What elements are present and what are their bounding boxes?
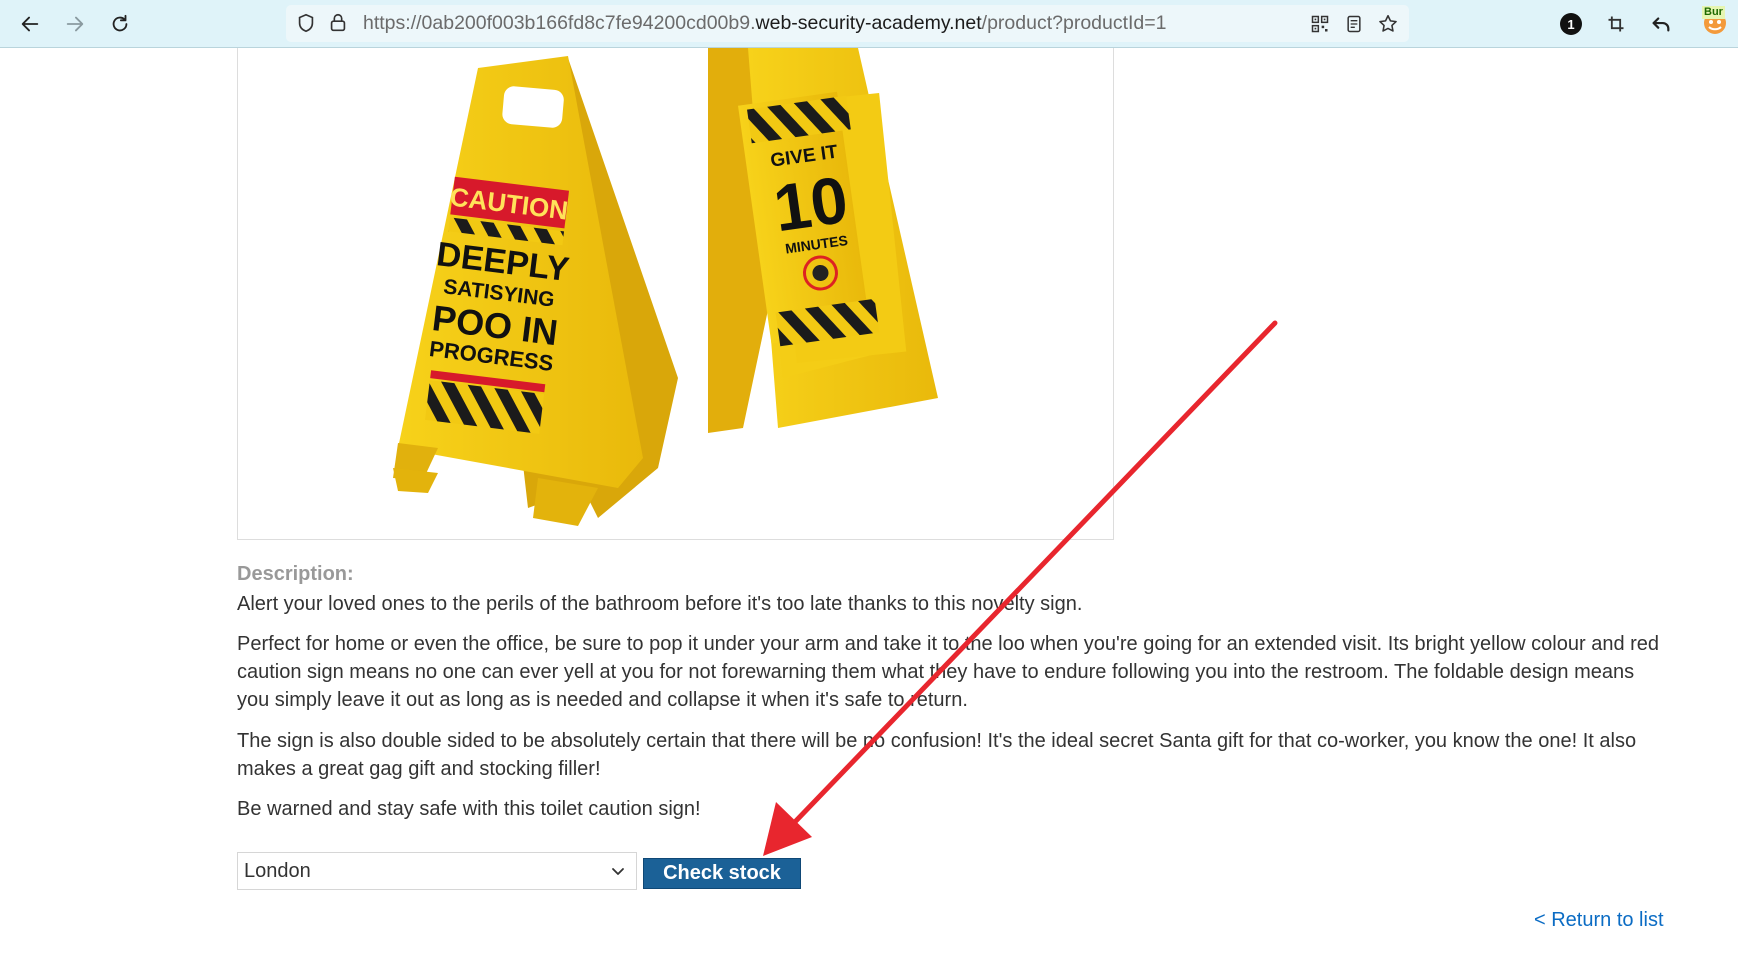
extension-badge: 1 bbox=[1560, 13, 1582, 35]
lock-icon[interactable] bbox=[327, 12, 349, 34]
product-image: GIVE IT 10 MINUTES CAUTION DEEPLY SATISY… bbox=[237, 48, 1114, 540]
undo-arrow-icon bbox=[1652, 17, 1670, 32]
crop-icon bbox=[1608, 16, 1624, 32]
return-to-list-link[interactable]: < Return to list bbox=[1534, 909, 1664, 932]
address-bar[interactable]: https://0ab200f003b166fd8c7fe94200cd00b9… bbox=[286, 5, 1409, 42]
reload-icon bbox=[112, 14, 128, 32]
store-select[interactable]: London bbox=[237, 852, 637, 890]
url-path: /product?productId=1 bbox=[981, 12, 1167, 34]
undo-extension-button[interactable] bbox=[1647, 10, 1675, 38]
description-label: Description: bbox=[237, 563, 354, 585]
reload-button[interactable] bbox=[104, 8, 136, 40]
forward-button[interactable] bbox=[59, 8, 91, 40]
description-paragraph-1: Alert your loved ones to the perils of t… bbox=[237, 593, 1083, 615]
description-paragraph-2: Perfect for home or even the office, be … bbox=[237, 633, 1660, 711]
url-prefix: https://0ab200f003b166fd8c7fe94200cd00b9… bbox=[363, 12, 756, 34]
description-paragraph-3: The sign is also double sided to be abso… bbox=[237, 730, 1637, 780]
forward-arrow-icon bbox=[66, 16, 84, 32]
qr-code-icon[interactable] bbox=[1308, 12, 1332, 36]
bookmark-star-icon[interactable] bbox=[1376, 12, 1400, 36]
caution-signs-illustration: GIVE IT 10 MINUTES CAUTION DEEPLY SATISY… bbox=[393, 48, 938, 526]
chevron-down-icon bbox=[612, 868, 624, 875]
url-host: web-security-academy.net bbox=[755, 12, 982, 34]
url-text[interactable]: https://0ab200f003b166fd8c7fe94200cd00b9… bbox=[363, 5, 1167, 42]
crop-extension-button[interactable] bbox=[1602, 10, 1630, 38]
back-button[interactable] bbox=[14, 8, 46, 40]
password-manager-extension[interactable]: 1 bbox=[1557, 10, 1585, 38]
back-arrow-icon bbox=[21, 16, 39, 32]
reader-view-icon[interactable] bbox=[1342, 12, 1366, 36]
check-stock-button[interactable]: Check stock bbox=[643, 858, 801, 889]
description-paragraph-4: Be warned and stay safe with this toilet… bbox=[237, 798, 701, 820]
store-select-value: London bbox=[244, 859, 311, 882]
browser-toolbar: https://0ab200f003b166fd8c7fe94200cd00b9… bbox=[0, 0, 1738, 48]
burp-label: Bur bbox=[1702, 6, 1725, 19]
shield-icon[interactable] bbox=[295, 12, 317, 34]
